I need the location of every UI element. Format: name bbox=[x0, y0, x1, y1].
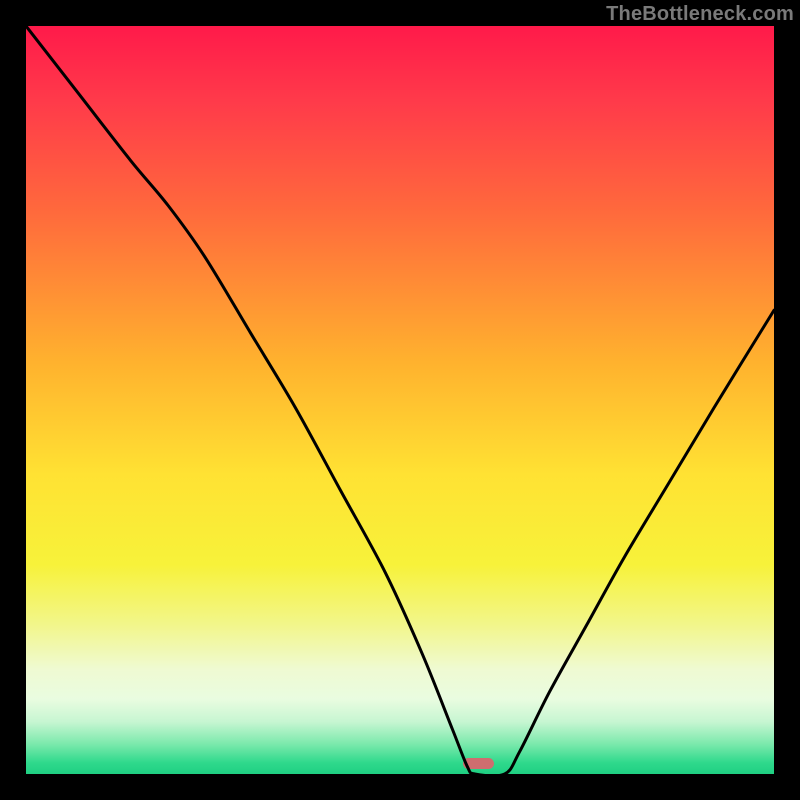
bottleneck-curve bbox=[26, 26, 774, 774]
watermark-text: TheBottleneck.com bbox=[606, 3, 794, 26]
plot-area bbox=[26, 26, 774, 774]
chart-frame: TheBottleneck.com bbox=[0, 0, 800, 800]
